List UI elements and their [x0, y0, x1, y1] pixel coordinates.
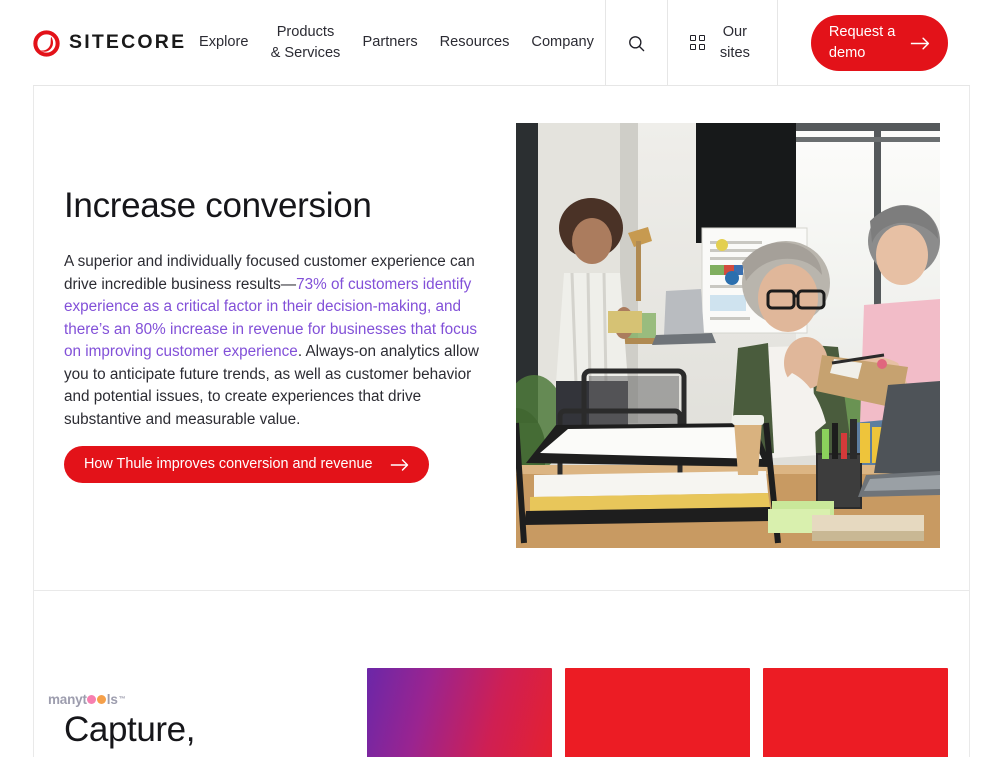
nav-item-company[interactable]: Company	[520, 32, 604, 53]
promo-cards	[367, 668, 948, 757]
card-shape-overlay-2	[565, 668, 750, 757]
manytools-trademark: ™	[118, 696, 126, 704]
page-root: SITECORE Explore Products & Services Par…	[0, 0, 1000, 757]
nav-item-partners[interactable]: Partners	[351, 32, 428, 53]
hero-paragraph: A superior and individually focused cust…	[64, 251, 489, 431]
page-title: Increase conversion	[64, 186, 372, 225]
header-cta-zone: Request a demo	[778, 0, 1000, 86]
nav-item-resources[interactable]: Resources	[429, 32, 521, 53]
manytools-watermark: manyt ls ™ Capture,	[48, 693, 195, 750]
office-team-photo	[516, 123, 940, 548]
main-navigation: Explore Products & Services Partners Res…	[180, 0, 605, 86]
brand-logo[interactable]: SITECORE	[0, 0, 184, 86]
card-solid-red-2[interactable]	[763, 668, 948, 757]
manytools-suffix: ls	[106, 692, 118, 707]
our-sites-label: Our sites	[719, 23, 750, 61]
lower-section: manyt ls ™ Capture,	[33, 591, 970, 757]
thule-case-study-button[interactable]: How Thule improves conversion and revenu…	[64, 446, 429, 483]
manytools-dot-pink	[87, 695, 97, 705]
arrow-right-icon	[910, 37, 929, 49]
card-solid-red-1[interactable]	[565, 668, 750, 757]
nav-item-explore[interactable]: Explore	[188, 32, 259, 53]
search-button[interactable]	[606, 0, 667, 86]
site-header: SITECORE Explore Products & Services Par…	[0, 0, 1000, 86]
grid-apps-icon	[689, 35, 706, 51]
request-demo-label: Request a demo	[828, 23, 896, 61]
search-icon	[628, 35, 645, 51]
card-gradient-purple-red[interactable]	[367, 668, 552, 757]
hero-text-block: Increase conversion A superior and indiv…	[64, 186, 489, 431]
thule-case-study-label: How Thule improves conversion and revenu…	[84, 456, 373, 473]
nav-item-products-services[interactable]: Products & Services	[259, 22, 351, 64]
arrow-right-icon	[390, 458, 408, 471]
manytools-logo: manyt ls ™	[48, 693, 195, 707]
brand-name: SITECORE	[69, 31, 187, 54]
hero-image	[516, 123, 940, 548]
hero-section: Increase conversion A superior and indiv…	[33, 86, 970, 591]
card-shape-overlay-3	[763, 668, 948, 757]
request-demo-button[interactable]: Request a demo	[810, 15, 948, 71]
card-shape-overlay-1	[367, 668, 552, 757]
capture-heading: Capture,	[64, 709, 196, 749]
manytools-prefix: manyt	[48, 692, 87, 707]
our-sites-button[interactable]: Our sites	[668, 0, 777, 86]
manytools-dot-orange	[97, 695, 107, 705]
sitecore-ring-logo-icon	[33, 29, 60, 57]
